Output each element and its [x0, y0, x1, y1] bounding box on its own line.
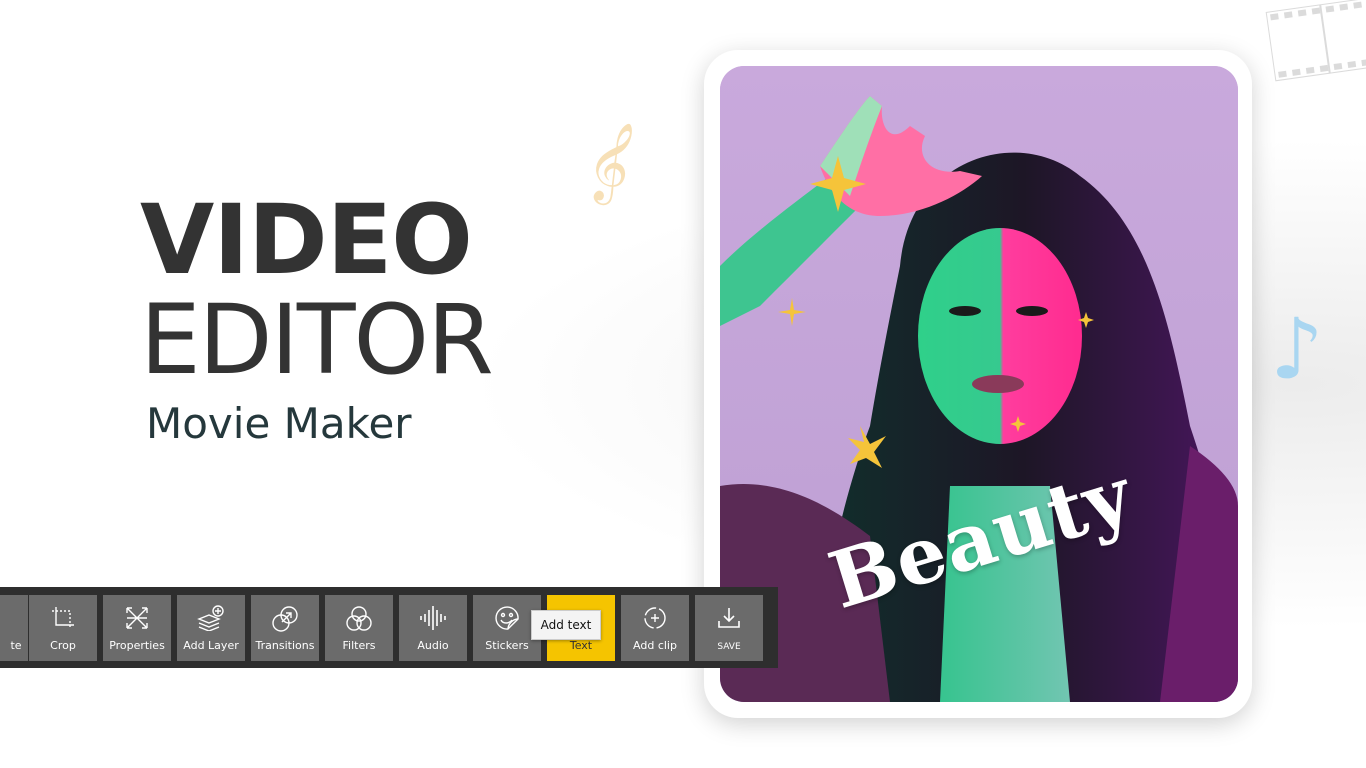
headline: VIDEO EDITOR Movie Maker [140, 184, 494, 448]
tool-add-clip-button[interactable]: Add clip [621, 595, 689, 661]
tool-add-layer-button[interactable]: Add Layer [177, 595, 245, 661]
filters-icon [346, 606, 372, 631]
tool-label: Add clip [633, 639, 677, 652]
tool-transitions-button[interactable]: Transitions [251, 595, 319, 661]
editor-toolbar: te Crop Properties Add Layer Transitions… [0, 587, 778, 668]
preview-photo [720, 66, 1238, 702]
tool-filters-button[interactable]: Filters [325, 595, 393, 661]
tool-label: te [10, 639, 22, 652]
headline-subtitle: Movie Maker [146, 399, 412, 448]
tool-label: Add Layer [183, 639, 239, 652]
tool-label: Transitions [255, 639, 315, 652]
crop-icon [52, 607, 74, 629]
transitions-icon [272, 606, 298, 632]
tool-label: SAVE [717, 642, 741, 652]
tool-save-button[interactable]: SAVE [695, 595, 763, 661]
add-clip-icon [644, 607, 666, 629]
tool-properties-button[interactable]: Properties [103, 595, 171, 661]
preview-screen: Beauty [720, 66, 1238, 702]
add-text-tooltip: Add text [531, 610, 601, 640]
tool-rotate-button[interactable]: te [0, 595, 28, 661]
properties-icon [126, 607, 148, 629]
add-layer-icon [197, 605, 224, 631]
tool-label: Text [569, 639, 593, 652]
stickers-icon [495, 606, 519, 630]
tool-label: Stickers [485, 639, 529, 652]
tool-label: Properties [109, 639, 165, 652]
phone-frame: Beauty [704, 50, 1252, 718]
headline-video: VIDEO [140, 184, 473, 296]
tool-label: Filters [342, 639, 376, 652]
music-note-icon: ♪ [1270, 300, 1324, 398]
headline-editor: EDITOR [140, 284, 494, 396]
save-icon [718, 608, 740, 628]
tool-crop-button[interactable]: Crop [29, 595, 97, 661]
film-strip-icon [1265, 0, 1366, 82]
tool-audio-button[interactable]: Audio [399, 595, 467, 661]
tool-label: Crop [50, 639, 76, 652]
tool-label: Audio [417, 639, 449, 652]
audio-icon [420, 606, 446, 630]
